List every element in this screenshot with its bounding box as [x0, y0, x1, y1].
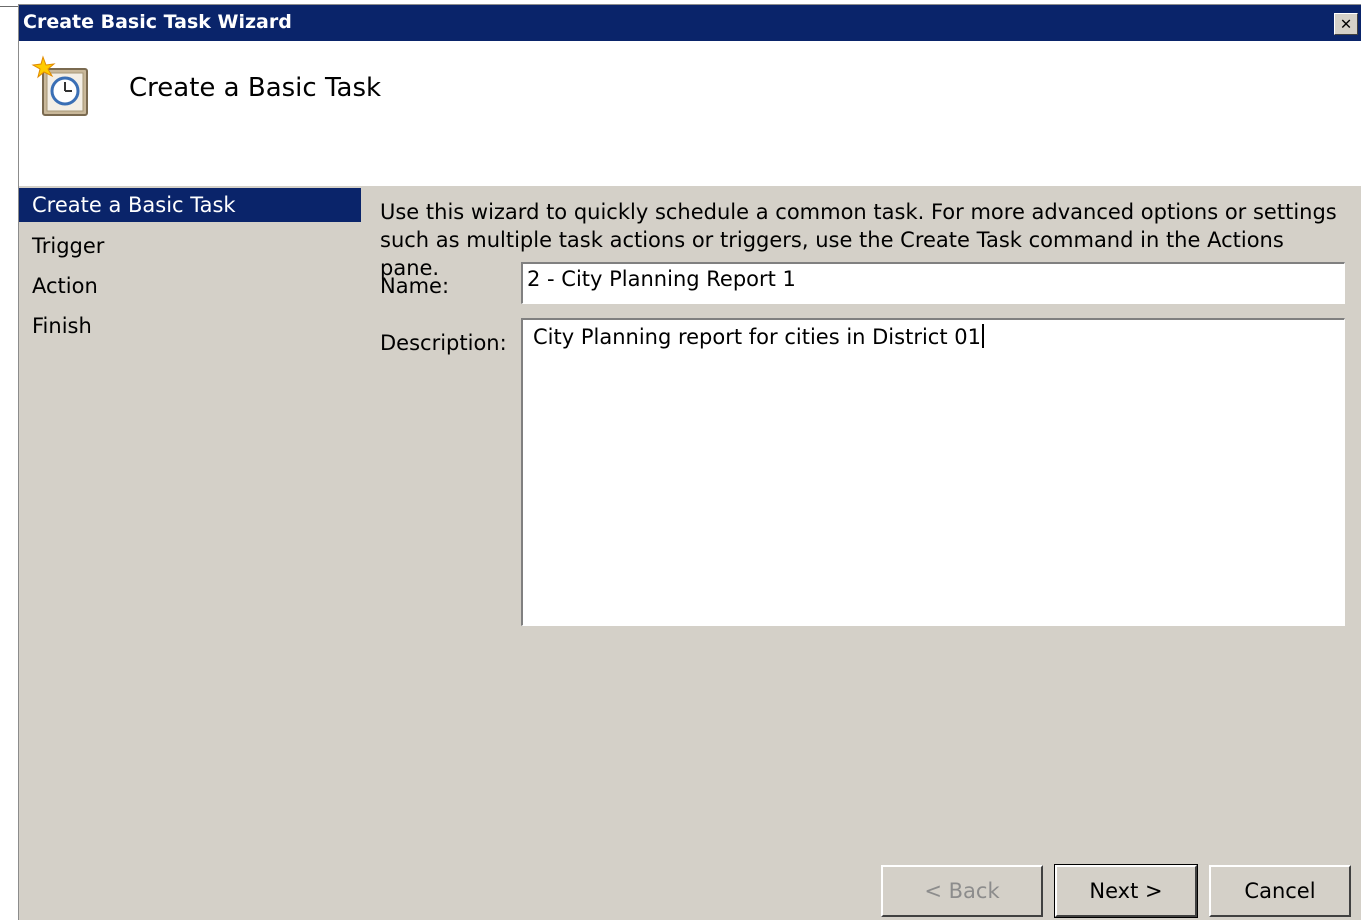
text-cursor [981, 324, 984, 348]
page-title: Create a Basic Task [129, 73, 382, 103]
close-icon: ✕ [1340, 13, 1352, 34]
step-create-basic-task[interactable]: Create a Basic Task [19, 188, 361, 222]
intro-line-1: Use this wizard to quickly schedule a co… [380, 200, 1337, 224]
task-scheduler-clock-icon [31, 55, 88, 116]
back-button[interactable]: < Back [881, 865, 1043, 917]
step-action[interactable]: Action [19, 268, 361, 308]
cancel-button[interactable]: Cancel [1209, 865, 1351, 917]
wizard-header: Create a Basic Task [19, 41, 1361, 186]
name-input[interactable]: 2 - City Planning Report 1 [521, 262, 1345, 304]
description-label: Description: [380, 331, 507, 355]
wizard-steps-list: Create a Basic Task Trigger Action Finis… [19, 186, 361, 921]
step-trigger[interactable]: Trigger [19, 228, 361, 268]
name-label: Name: [380, 274, 450, 298]
description-textarea[interactable]: City Planning report for cities in Distr… [521, 318, 1345, 626]
name-input-value: 2 - City Planning Report 1 [527, 267, 796, 291]
wizard-dialog: Create Basic Task Wizard ✕ Create a Basi… [18, 4, 1361, 920]
description-textarea-value: City Planning report for cities in Distr… [533, 325, 981, 349]
close-button[interactable]: ✕ [1334, 13, 1358, 35]
title-bar[interactable]: Create Basic Task Wizard ✕ [19, 5, 1361, 41]
step-finish[interactable]: Finish [19, 308, 361, 348]
wizard-content: Use this wizard to quickly schedule a co… [361, 186, 1361, 920]
background-window-edge [0, 6, 18, 7]
window-title: Create Basic Task Wizard [23, 11, 292, 33]
next-button[interactable]: Next > [1054, 864, 1198, 918]
